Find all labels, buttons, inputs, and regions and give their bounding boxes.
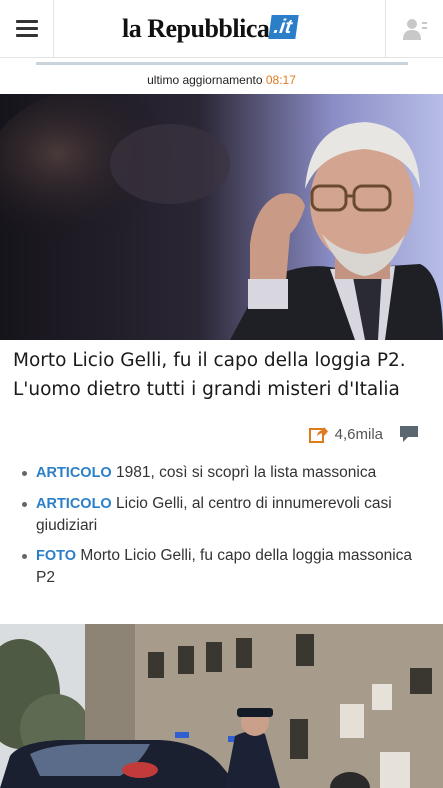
bullet xyxy=(22,502,27,507)
lead-meta: 4,6mila xyxy=(308,423,419,445)
logo-tld: .it xyxy=(268,15,299,39)
share-count: 4,6mila xyxy=(334,425,383,443)
header-separator xyxy=(36,62,408,65)
update-time: 08:17 xyxy=(265,73,296,87)
related-kind: ARTICOLO xyxy=(36,496,112,512)
last-update: ultimo aggiornamento 08:17 xyxy=(0,73,443,87)
lead-headline[interactable]: Morto Licio Gelli, fu il capo della logg… xyxy=(13,346,433,404)
second-story-image xyxy=(0,624,443,788)
update-label: ultimo aggiornamento xyxy=(147,73,263,87)
user-icon xyxy=(402,19,427,40)
list-item[interactable]: ARTICOLO Licio Gelli, al centro di innum… xyxy=(22,493,426,536)
related-text: Morto Licio Gelli, fu capo della loggia … xyxy=(36,547,413,586)
second-story-photo[interactable] xyxy=(0,624,443,788)
site-logo[interactable]: la Repubblica .it xyxy=(122,12,299,46)
hamburger-menu-icon xyxy=(15,20,38,38)
related-links: ARTICOLO 1981, così si scoprì la lista m… xyxy=(22,462,426,597)
bullet xyxy=(22,554,27,559)
lead-photo-image xyxy=(0,94,443,340)
user-button[interactable] xyxy=(385,0,443,58)
menu-button[interactable] xyxy=(0,0,54,58)
lead-photo[interactable] xyxy=(0,94,443,340)
logo-main: la Repubblica xyxy=(122,14,270,43)
related-text: 1981, così si scoprì la lista massonica xyxy=(116,464,377,481)
bullet xyxy=(22,471,27,476)
related-kind: FOTO xyxy=(36,548,77,564)
related-kind: ARTICOLO xyxy=(36,465,112,481)
top-header: la Repubblica .it xyxy=(0,0,443,58)
list-item[interactable]: FOTO Morto Licio Gelli, fu capo della lo… xyxy=(22,545,426,588)
comments-icon[interactable] xyxy=(399,425,419,443)
list-item[interactable]: ARTICOLO 1981, così si scoprì la lista m… xyxy=(22,462,426,484)
share-icon[interactable] xyxy=(308,425,329,443)
